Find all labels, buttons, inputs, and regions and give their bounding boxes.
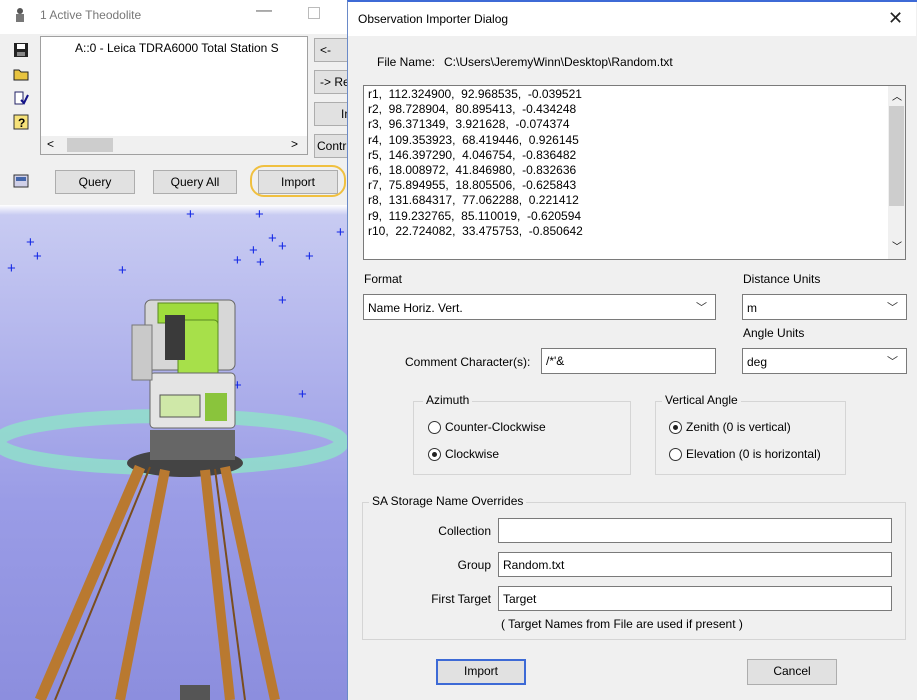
first-target-input[interactable]: Target — [498, 586, 892, 611]
device-list-item[interactable]: A::0 - Leica TDRA6000 Total Station S — [75, 41, 279, 55]
horizontal-scrollbar[interactable]: < > — [41, 136, 307, 154]
preview-line: r6, 18.008972, 41.846980, -0.832636 — [368, 163, 577, 178]
format-select-value: Name Horiz. Vert. — [368, 301, 463, 315]
instrument-panel-icon[interactable] — [11, 171, 31, 191]
info-button[interactable]: In — [314, 102, 350, 126]
maximize-button[interactable] — [308, 7, 320, 19]
import-button[interactable]: Import — [436, 659, 526, 685]
scroll-left-icon[interactable]: < — [47, 137, 54, 151]
distance-units-label: Distance Units — [743, 272, 821, 286]
vertical-angle-group-label: Vertical Angle — [662, 393, 741, 407]
surveyor-icon — [16, 8, 24, 22]
scroll-down-icon[interactable]: ﹀ — [892, 238, 902, 253]
checklist-icon[interactable] — [11, 88, 31, 108]
chevron-down-icon: ﹀ — [887, 302, 898, 314]
move-right-button[interactable]: -> Re — [314, 70, 350, 94]
preview-line: r8, 131.684317, 77.062288, 0.221412 — [368, 193, 579, 208]
file-preview-text: r1, 112.324900, 92.968535, -0.039521 r2, … — [368, 87, 583, 239]
distance-units-select[interactable]: m ﹀ — [742, 294, 907, 320]
group-label: Group — [457, 558, 491, 572]
scroll-up-icon[interactable]: ︿ — [892, 88, 902, 103]
radio-circle-selected[interactable] — [669, 420, 682, 434]
minimize-button[interactable]: — — [256, 2, 272, 20]
preview-line: r1, 112.324900, 92.968535, -0.039521 — [368, 87, 582, 101]
observation-importer-dialog: Observation Importer Dialog ✕ File Name:… — [347, 0, 917, 700]
preview-line: r5, 146.397290, 4.046754, -0.836482 — [368, 147, 577, 162]
svg-text:?: ? — [18, 116, 25, 130]
first-target-label: First Target — [431, 592, 491, 606]
file-preview-box[interactable]: r1, 112.324900, 92.968535, -0.039521 r2, … — [363, 85, 906, 260]
scrollbar-thumb[interactable] — [67, 138, 113, 152]
close-icon[interactable]: ✕ — [888, 8, 903, 29]
chevron-down-icon: ﹀ — [696, 302, 707, 314]
import-highlight-ring — [250, 165, 346, 197]
preview-line: r10, 22.724082, 33.475753, -0.850642 — [368, 223, 583, 238]
elevation-label: Elevation (0 is horizontal) — [686, 447, 821, 461]
theodolite-window: 1 Active Theodolite — ? A::0 - Leica TDR… — [0, 0, 360, 700]
clockwise-radio[interactable]: Clockwise — [428, 447, 499, 461]
group-input[interactable]: Random.txt — [498, 552, 892, 577]
radio-circle-selected[interactable] — [428, 447, 441, 461]
preview-line: r3, 96.371349, 3.921628, -0.074374 — [368, 117, 570, 132]
scrollbar-thumb[interactable] — [889, 106, 904, 206]
vertical-scrollbar[interactable]: ︿ ﹀ — [888, 86, 905, 259]
zenith-radio[interactable]: Zenith (0 is vertical) — [669, 420, 791, 434]
total-station-model — [0, 299, 349, 700]
preview-line: r9, 119.232765, 85.110019, -0.620594 — [368, 208, 582, 223]
clockwise-label: Clockwise — [445, 447, 500, 461]
azimuth-group-label: Azimuth — [423, 393, 473, 407]
azimuth-group — [413, 401, 631, 475]
help-icon[interactable]: ? — [11, 112, 31, 132]
distance-units-value: m — [747, 301, 757, 315]
query-all-button[interactable]: Query All — [153, 170, 237, 194]
preview-line: r2, 98.728904, 80.895413, -0.434248 — [368, 102, 577, 117]
dialog-title: Observation Importer Dialog — [358, 12, 509, 26]
cancel-button[interactable]: Cancel — [747, 659, 837, 685]
elevation-radio[interactable]: Elevation (0 is horizontal) — [669, 447, 821, 461]
preview-line: r7, 75.894955, 18.805506, -0.625843 — [368, 178, 577, 193]
preview-line: r4, 109.353923, 68.419446, 0.926145 — [368, 132, 579, 147]
dialog-title-bar: Observation Importer Dialog ✕ — [348, 2, 916, 36]
query-button[interactable]: Query — [55, 170, 135, 194]
radio-circle[interactable] — [669, 447, 682, 461]
counter-clockwise-radio[interactable]: Counter-Clockwise — [428, 420, 546, 434]
vertical-angle-group — [655, 401, 846, 475]
control-button[interactable]: Contr — [314, 134, 350, 158]
angle-units-value: deg — [747, 355, 768, 369]
overrides-group-label: SA Storage Name Overrides — [369, 494, 527, 508]
scroll-right-icon[interactable]: > — [291, 137, 298, 151]
zenith-label: Zenith (0 is vertical) — [686, 420, 791, 434]
format-label: Format — [364, 272, 403, 286]
collection-label: Collection — [438, 524, 491, 538]
format-select[interactable]: Name Horiz. Vert. ﹀ — [363, 294, 716, 320]
3d-viewport[interactable]: + + + + + + + + + + + + + + + + — [0, 205, 350, 700]
chevron-down-icon: ﹀ — [887, 356, 898, 368]
angle-units-label: Angle Units — [743, 326, 805, 340]
file-name-label: File Name: — [377, 55, 436, 69]
move-left-button[interactable]: <- — [314, 38, 350, 62]
collection-input[interactable] — [498, 518, 892, 543]
counter-clockwise-label: Counter-Clockwise — [445, 420, 546, 434]
save-icon[interactable] — [11, 40, 31, 60]
theodolite-title-bar: 1 Active Theodolite — — [0, 0, 350, 34]
radio-circle[interactable] — [428, 420, 441, 434]
open-folder-icon[interactable] — [11, 64, 31, 84]
comment-characters-label: Comment Character(s): — [405, 355, 531, 369]
theodolite-window-title: 1 Active Theodolite — [40, 8, 142, 22]
target-names-note: ( Target Names from File are used if pre… — [501, 617, 743, 631]
file-name-value: C:\Users\JeremyWinn\Desktop\Random.txt — [444, 55, 673, 69]
angle-units-select[interactable]: deg ﹀ — [742, 348, 907, 374]
comment-characters-input[interactable]: /*'& — [541, 348, 716, 374]
